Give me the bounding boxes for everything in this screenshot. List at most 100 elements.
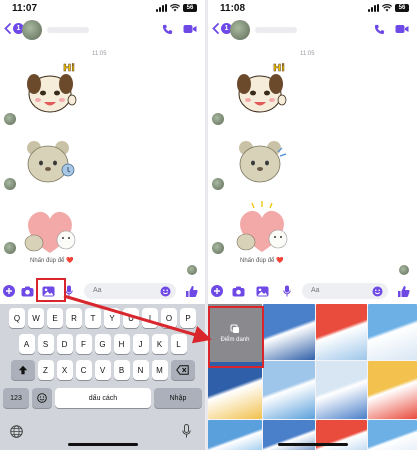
back-button[interactable]: 1: [4, 23, 24, 34]
gallery-thumbnail[interactable]: [368, 361, 417, 419]
key-n[interactable]: N: [132, 360, 149, 380]
key-p[interactable]: P: [180, 308, 196, 328]
read-receipt-avatar: [187, 265, 197, 275]
shift-arrow-icon: [18, 365, 27, 375]
sender-avatar[interactable]: [4, 242, 16, 254]
on-screen-keyboard: QWERTYUIOP ASDFGHJKL ZXCVBNM 123 dấu các…: [0, 304, 205, 450]
heart-sticker[interactable]: [20, 205, 80, 257]
video-call-icon[interactable]: [395, 24, 409, 34]
emoji-key[interactable]: [32, 388, 52, 408]
message-composer: Aa: [0, 280, 205, 302]
phone-call-icon[interactable]: [162, 24, 173, 35]
message-timestamp: 11:05: [92, 51, 107, 57]
key-j[interactable]: J: [132, 334, 149, 354]
dictation-microphone-icon: [182, 424, 191, 438]
like-button[interactable]: [184, 284, 198, 298]
key-z[interactable]: Z: [37, 360, 54, 380]
key-i[interactable]: I: [142, 308, 158, 328]
space-key[interactable]: dấu cách: [55, 388, 151, 408]
key-y[interactable]: Y: [104, 308, 120, 328]
key-w[interactable]: W: [28, 308, 44, 328]
emoji-button[interactable]: [158, 284, 172, 298]
gallery-thumbnail[interactable]: [263, 304, 315, 360]
gallery-button[interactable]: [255, 284, 269, 298]
key-g[interactable]: G: [94, 334, 111, 354]
key-u[interactable]: U: [123, 308, 139, 328]
header-actions: [374, 24, 409, 35]
microphone-icon: [65, 285, 73, 297]
sender-avatar[interactable]: [4, 178, 16, 190]
globe-key[interactable]: [10, 425, 23, 443]
like-button[interactable]: [396, 284, 410, 298]
key-t[interactable]: T: [85, 308, 101, 328]
gallery-button-highlight: [36, 278, 66, 302]
emoji-button[interactable]: [370, 284, 384, 298]
emoji-icon: [372, 286, 382, 296]
key-l[interactable]: L: [170, 334, 187, 354]
contact-name-redacted[interactable]: [255, 27, 297, 33]
key-h[interactable]: H: [113, 334, 130, 354]
key-s[interactable]: S: [37, 334, 54, 354]
back-button[interactable]: 1: [212, 23, 232, 34]
plus-button[interactable]: [2, 284, 16, 298]
contact-avatar[interactable]: [230, 20, 250, 40]
shift-key[interactable]: [10, 360, 35, 380]
key-c[interactable]: C: [75, 360, 92, 380]
microphone-icon: [283, 285, 291, 297]
attendance-tile-highlight: [208, 306, 264, 368]
gallery-thumbnail[interactable]: [208, 420, 262, 450]
key-d[interactable]: D: [56, 334, 73, 354]
contact-name-redacted[interactable]: [47, 27, 89, 33]
battery-icon: 56: [395, 4, 409, 12]
left-phone-screen: 11:07 56 1 11:05 Hi Nhấn đúp để ❤️ Aa Q …: [0, 0, 205, 450]
key-f[interactable]: F: [75, 334, 92, 354]
gallery-thumbnail[interactable]: [368, 304, 417, 360]
key-q[interactable]: Q: [9, 308, 25, 328]
gallery-thumbnail[interactable]: [316, 361, 367, 419]
gallery-thumbnail[interactable]: [368, 420, 417, 450]
wifi-icon: [382, 4, 392, 12]
video-call-icon[interactable]: [183, 24, 197, 34]
keyboard-letter-group: ZXCVBNM: [37, 360, 168, 380]
phone-call-icon[interactable]: [374, 24, 385, 35]
bear-sticker[interactable]: [22, 138, 78, 188]
double-tap-caption: Nhấn đúp để ❤️: [240, 258, 284, 264]
key-a[interactable]: A: [18, 334, 35, 354]
key-o[interactable]: O: [161, 308, 177, 328]
key-e[interactable]: E: [47, 308, 63, 328]
key-v[interactable]: V: [94, 360, 111, 380]
key-x[interactable]: X: [56, 360, 73, 380]
camera-icon: [21, 286, 33, 296]
bear-sticker[interactable]: [234, 138, 290, 188]
plus-button[interactable]: [210, 284, 224, 298]
dog-hi-sticker[interactable]: Hi: [230, 60, 290, 122]
return-key[interactable]: Nhập: [154, 388, 202, 408]
key-b[interactable]: B: [113, 360, 130, 380]
key-r[interactable]: R: [66, 308, 82, 328]
backspace-key[interactable]: [170, 360, 195, 380]
numbers-key[interactable]: 123: [3, 388, 29, 408]
gallery-thumbnail[interactable]: [263, 361, 315, 419]
key-k[interactable]: K: [151, 334, 168, 354]
voice-button[interactable]: [280, 284, 294, 298]
svg-text:Hi: Hi: [273, 63, 285, 74]
key-m[interactable]: M: [151, 360, 168, 380]
read-receipt-avatar: [399, 265, 409, 275]
gallery-thumbnail[interactable]: [316, 304, 367, 360]
sender-avatar[interactable]: [212, 113, 224, 125]
camera-button[interactable]: [231, 284, 245, 298]
keyboard-row-3: ZXCVBNM: [0, 360, 205, 380]
sender-avatar[interactable]: [212, 242, 224, 254]
dictation-key[interactable]: [182, 424, 191, 443]
camera-button[interactable]: [20, 284, 34, 298]
signal-icon: [368, 4, 379, 12]
status-bar: 11:07 56: [0, 0, 205, 18]
sender-avatar[interactable]: [212, 178, 224, 190]
heart-sticker[interactable]: [232, 200, 292, 256]
gallery-thumbnail[interactable]: [208, 361, 262, 419]
signal-icon: [156, 4, 167, 12]
sender-avatar[interactable]: [4, 113, 16, 125]
dog-hi-sticker[interactable]: Hi: [20, 60, 80, 122]
keyboard-row-4: 123 dấu cách Nhập: [0, 388, 205, 408]
contact-avatar[interactable]: [22, 20, 42, 40]
